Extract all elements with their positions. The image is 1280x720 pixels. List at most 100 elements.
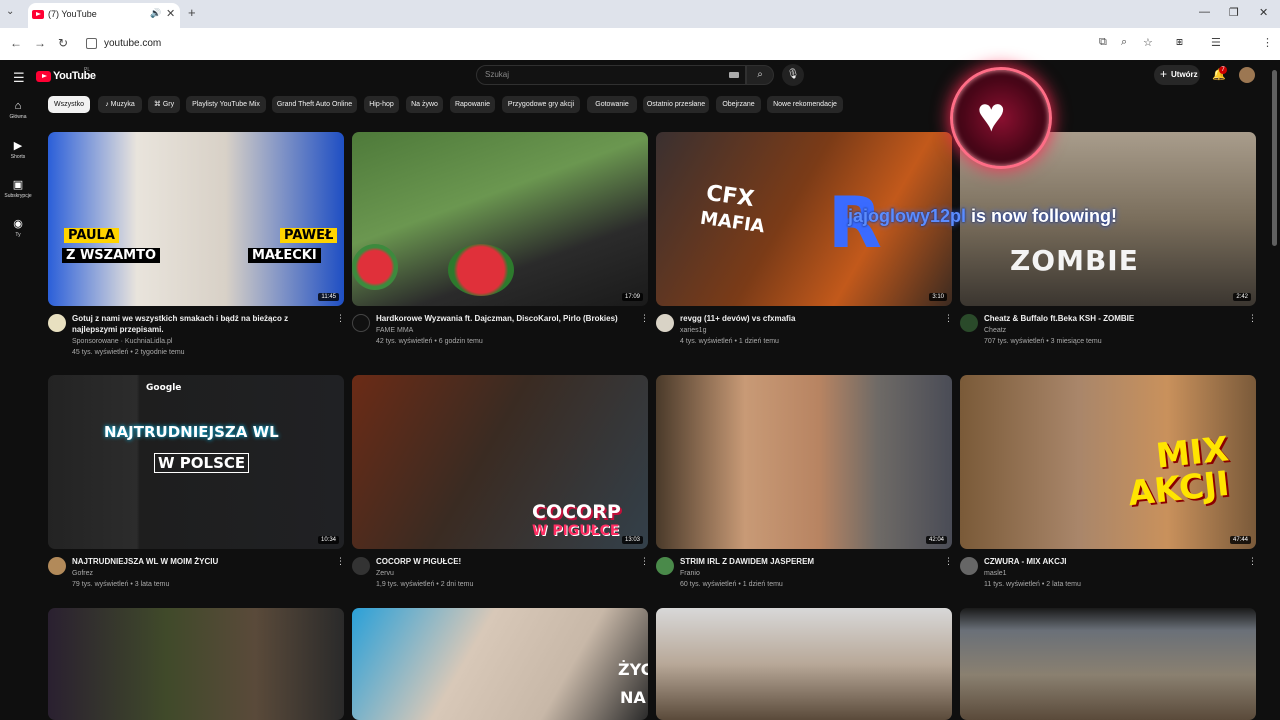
channel-avatar[interactable] [48, 557, 66, 575]
video-title[interactable]: NAJTRUDNIEJSZA WL W MOIM ŻYCIU [72, 556, 328, 567]
sidebar-item-subscriptions[interactable]: ▣ Subskrypcje [0, 178, 36, 199]
chip-live[interactable]: Na żywo [406, 96, 443, 113]
search-button[interactable]: ⌕ [746, 65, 774, 85]
channel-name[interactable]: Sponsorowane · KuchniaLidla.pl [72, 338, 172, 345]
tab-close-icon[interactable]: ✕ [166, 7, 175, 20]
channel-avatar[interactable] [656, 314, 674, 332]
scrollbar-thumb[interactable] [1272, 70, 1277, 246]
video-title[interactable]: CZWURA - MIX AKCJI [984, 556, 1240, 567]
sidebar-item-shorts[interactable]: ▶ Shorts [0, 139, 36, 160]
video-thumbnail[interactable] [656, 608, 952, 720]
channel-avatar[interactable] [352, 557, 370, 575]
reload-icon[interactable]: ↻ [58, 36, 68, 50]
video-title[interactable]: Cheatz & Buffalo ft.Beka KSH - ZOMBIE [984, 313, 1240, 324]
video-thumbnail[interactable]: 42:04 [656, 375, 952, 549]
chip-new-recommendations[interactable]: Nowe rekomendacje [767, 96, 843, 113]
video-duration: 13:03 [621, 536, 643, 544]
menu-icon[interactable]: ☰ [13, 70, 25, 86]
more-options-icon[interactable]: ⋮ [336, 313, 345, 324]
subscriptions-icon: ▣ [12, 179, 24, 191]
browser-menu-icon[interactable]: ⋮ [1262, 36, 1273, 49]
audio-playing-icon[interactable]: 🔊 [150, 8, 161, 19]
scrollbar[interactable] [1271, 60, 1278, 720]
chip-recently-uploaded[interactable]: Ostatnio przesłane [643, 96, 709, 113]
sidebar-item-label: Główna [9, 114, 27, 120]
minimize-icon[interactable]: — [1199, 6, 1210, 18]
video-thumbnail[interactable]: PAULA Z WSZAMTO PAWEŁ MAŁECKI 11:45 [48, 132, 344, 306]
channel-name[interactable]: Zervu [376, 570, 394, 577]
chip-cooking[interactable]: Gotowanie [587, 96, 637, 113]
channel-name[interactable]: masle1 [984, 570, 1007, 577]
reading-list-icon[interactable]: ☰ [1211, 36, 1221, 49]
more-options-icon[interactable]: ⋮ [640, 556, 649, 567]
chip-games[interactable]: ⌘ Gry [148, 96, 180, 113]
channel-name[interactable]: Cheatz [984, 327, 1006, 334]
chip-hip-hop[interactable]: Hip-hop [364, 96, 399, 113]
tab-search-icon[interactable]: ⌄ [6, 6, 14, 17]
video-title[interactable]: revgg (11+ devów) vs cfxmafia [680, 313, 936, 324]
thumbnail-text: W POLSCE [154, 453, 250, 473]
more-options-icon[interactable]: ⋮ [336, 556, 345, 567]
bookmark-star-icon[interactable]: ☆ [1143, 36, 1153, 49]
window-close-icon[interactable]: ✕ [1259, 6, 1268, 19]
new-tab-icon[interactable]: + [188, 5, 196, 20]
extensions-icon[interactable]: ⧆ [1176, 36, 1183, 49]
video-title[interactable]: COCORP W PIGUŁCE! [376, 556, 632, 567]
account-avatar[interactable] [1239, 67, 1255, 83]
chip-action-adventure[interactable]: Przygodowe gry akcji [502, 96, 580, 113]
chip-watched[interactable]: Obejrzane [716, 96, 761, 113]
url-text: youtube.com [104, 38, 162, 49]
channel-name[interactable]: FAME MMA [376, 327, 413, 334]
channel-avatar[interactable] [960, 557, 978, 575]
sidebar-item-you[interactable]: ◉ Ty [0, 217, 36, 238]
install-app-icon[interactable]: ⧉ [1099, 36, 1107, 49]
chip-rap[interactable]: Rapowanie [450, 96, 495, 113]
more-options-icon[interactable]: ⋮ [944, 556, 953, 567]
channel-name[interactable]: xaries1g [680, 327, 706, 334]
search-icon: ⌕ [757, 69, 763, 80]
chip-mix-playlists[interactable]: Playlisty YouTube Mix [186, 96, 266, 113]
more-options-icon[interactable]: ⋮ [1248, 313, 1257, 324]
restore-icon[interactable]: ❐ [1229, 6, 1239, 19]
video-thumbnail[interactable]: COCORP W PIGUŁCE 13:03 [352, 375, 648, 549]
video-title[interactable]: Gotuj z nami we wszystkich smakach i bąd… [72, 313, 328, 335]
video-thumbnail[interactable]: ŻYCIE NA [352, 608, 648, 720]
video-thumbnail[interactable] [48, 608, 344, 720]
address-bar[interactable]: youtube.com [82, 33, 1092, 55]
chip-all[interactable]: Wszystko [48, 96, 90, 113]
browser-toolbar: ← → ↻ youtube.com ⧉ ⌕ ☆ ⧆ ☰ H ⋮ [0, 28, 1280, 79]
video-thumbnail[interactable]: Google NAJTRUDNIEJSZA WL W POLSCE 10:34 [48, 375, 344, 549]
chip-music[interactable]: ♪ Muzyka [98, 96, 142, 113]
channel-avatar[interactable] [352, 314, 370, 332]
keyboard-icon[interactable] [729, 72, 739, 78]
site-info-icon[interactable] [86, 38, 97, 49]
video-thumbnail[interactable] [960, 608, 1256, 720]
sidebar-item-home[interactable]: ⌂ Główna [0, 100, 36, 120]
more-options-icon[interactable]: ⋮ [944, 313, 953, 324]
video-thumbnail[interactable]: MIX AKCJI 47:44 [960, 375, 1256, 549]
search-input[interactable]: Szukaj [476, 65, 746, 85]
video-title[interactable]: Hardkorowe Wyzwania ft. Dajczman, DiscoK… [376, 313, 632, 324]
search-placeholder: Szukaj [485, 70, 510, 79]
create-button[interactable]: + Utwórz [1154, 65, 1200, 85]
sidebar-item-label: Shorts [10, 154, 26, 160]
channel-name[interactable]: Gofrez [72, 570, 93, 577]
browser-tab[interactable]: (7) YouTube 🔊 ✕ [28, 3, 180, 28]
sidebar-item-label: Subskrypcje [4, 193, 32, 199]
zoom-icon[interactable]: ⌕ [1121, 36, 1127, 49]
channel-avatar[interactable] [656, 557, 674, 575]
voice-search-button[interactable]: 🎙 [782, 64, 804, 86]
thumbnail-text: ZOMBIE [1010, 244, 1139, 277]
video-title[interactable]: STRIM IRL Z DAWIDEM JASPEREM [680, 556, 936, 567]
chip-gta-online[interactable]: Grand Theft Auto Online [272, 96, 357, 113]
more-options-icon[interactable]: ⋮ [1248, 556, 1257, 567]
channel-avatar[interactable] [48, 314, 66, 332]
video-thumbnail[interactable]: 17:09 [352, 132, 648, 306]
video-duration: 3:10 [929, 293, 947, 301]
forward-icon[interactable]: → [34, 36, 46, 50]
back-icon[interactable]: ← [10, 36, 22, 50]
channel-name[interactable]: Franio [680, 570, 700, 577]
channel-avatar[interactable] [960, 314, 978, 332]
more-options-icon[interactable]: ⋮ [640, 313, 649, 324]
heart-alert-badge: ♥ [950, 67, 1052, 169]
